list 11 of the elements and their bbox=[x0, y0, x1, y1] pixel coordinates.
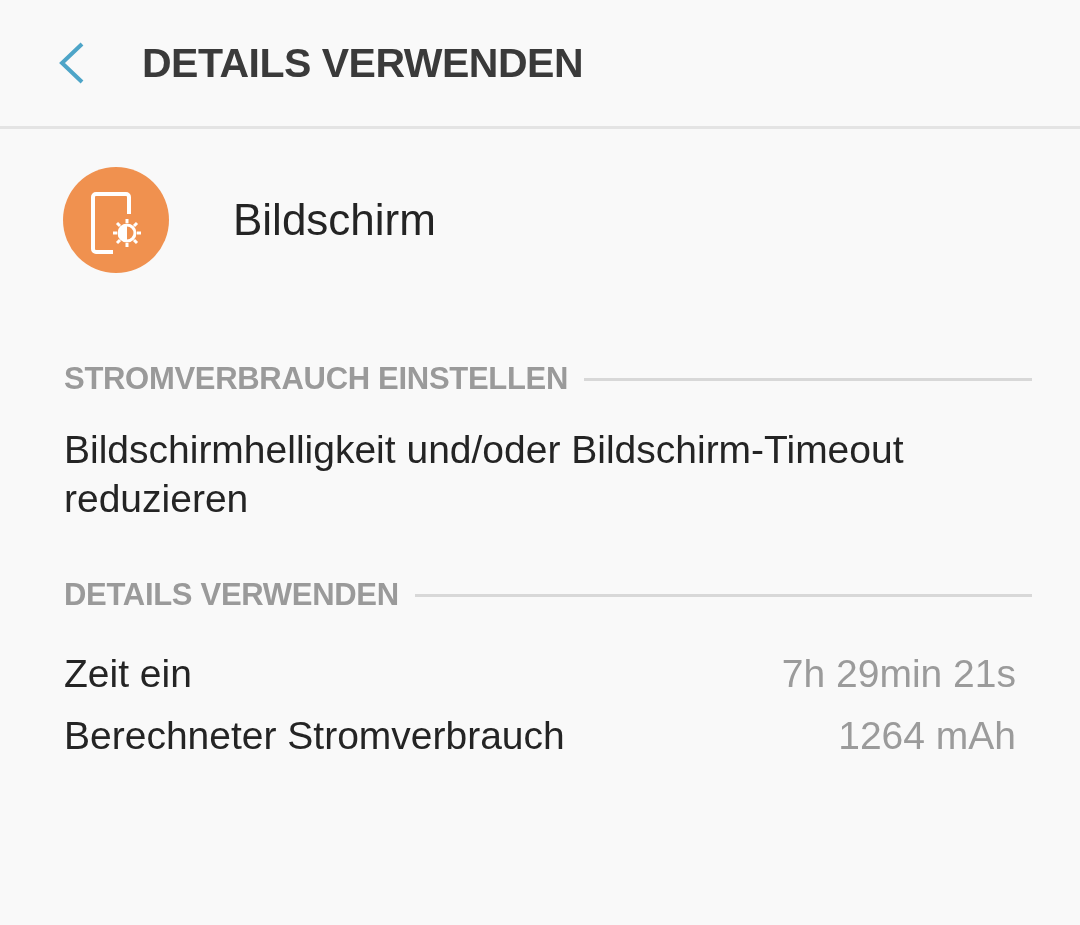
page-title: DETAILS VERWENDEN bbox=[142, 39, 584, 87]
section-title: STROMVERBRAUCH EINSTELLEN bbox=[64, 361, 568, 397]
detail-label: Berechneter Stromverbrauch bbox=[64, 714, 565, 758]
section-title: DETAILS VERWENDEN bbox=[64, 577, 399, 613]
screen-brightness-icon bbox=[63, 167, 169, 273]
back-icon bbox=[58, 42, 84, 84]
tip-text: Bildschirmhelligkeit und/oder Bildschirm-Timeout reduzieren bbox=[64, 427, 905, 522]
app-name: Bildschirm bbox=[233, 195, 436, 245]
detail-value: 7h 29min 21s bbox=[781, 652, 1016, 696]
detail-value: 1264 mAh bbox=[838, 714, 1016, 758]
detail-label: Zeit ein bbox=[64, 652, 192, 696]
